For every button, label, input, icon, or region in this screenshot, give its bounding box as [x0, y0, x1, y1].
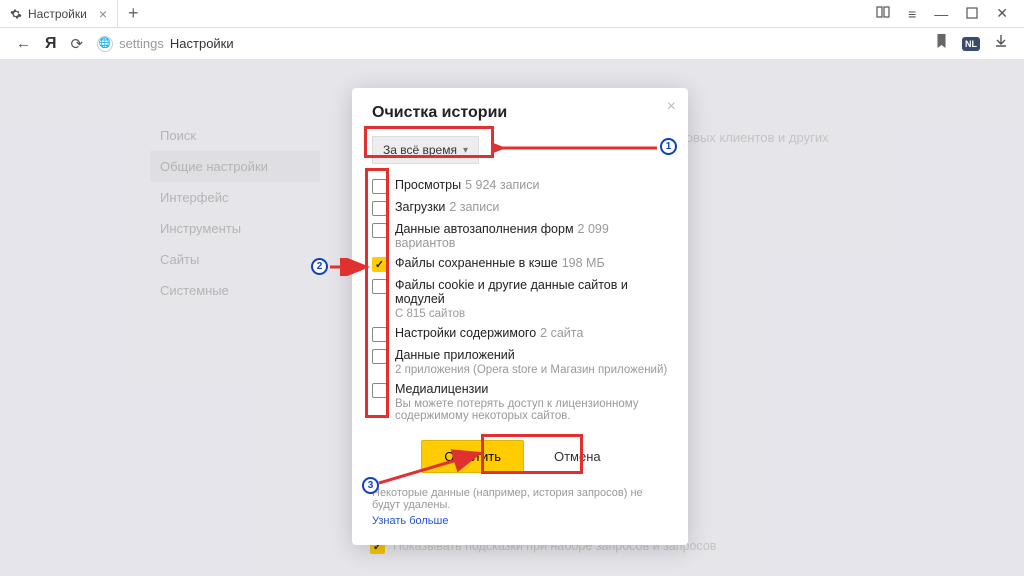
item-cookies: Файлы cookie и другие данные сайтов и мо… [372, 278, 668, 320]
checkbox-autofill[interactable] [372, 223, 387, 238]
clear-button[interactable]: Очистить [421, 440, 524, 473]
time-range-label: За всё время [383, 143, 457, 157]
minimize-icon[interactable]: — [934, 6, 948, 22]
menu-icon[interactable]: ≡ [908, 6, 916, 22]
clear-history-dialog: × Очистка истории За всё время ▾ Просмот… [352, 88, 688, 545]
dialog-title: Очистка истории [372, 104, 668, 122]
modal-overlay: × Очистка истории За всё время ▾ Просмот… [0, 60, 1024, 576]
translate-badge[interactable]: NL [962, 37, 980, 51]
addr-text: Настройки [170, 36, 234, 51]
address-bar[interactable]: 🌐 settings Настройки [97, 36, 921, 52]
checkbox-apps[interactable] [372, 349, 387, 364]
close-tab-icon[interactable]: × [99, 6, 107, 22]
browser-tab[interactable]: Настройки × [0, 0, 118, 27]
item-autofill: Данные автозаполнения форм2 099 варианто… [372, 222, 668, 250]
toolbar: ← Я ⟳ 🌐 settings Настройки NL [0, 28, 1024, 60]
yandex-logo[interactable]: Я [45, 35, 57, 53]
bookmark-icon[interactable] [935, 34, 948, 53]
checkbox-media[interactable] [372, 383, 387, 398]
toolbar-right: NL [935, 34, 1008, 53]
new-tab-button[interactable]: + [118, 0, 149, 27]
chevron-down-icon: ▾ [463, 145, 468, 156]
reload-icon[interactable]: ⟳ [71, 35, 84, 53]
addr-prefix: settings [119, 36, 164, 51]
page-content: Поиск Общие настройки Интерфейс Инструме… [0, 60, 1024, 576]
back-icon[interactable]: ← [16, 35, 31, 52]
checkbox-cache[interactable] [372, 257, 387, 272]
item-apps: Данные приложений2 приложения (Opera sto… [372, 348, 668, 376]
checkbox-downloads[interactable] [372, 201, 387, 216]
item-cache: Файлы сохраненные в кэше198 МБ [372, 256, 668, 272]
checkbox-cookies[interactable] [372, 279, 387, 294]
checkbox-browsing[interactable] [372, 179, 387, 194]
time-range-select[interactable]: За всё время ▾ [372, 136, 479, 164]
tab-title: Настройки [28, 7, 87, 21]
download-icon[interactable] [994, 34, 1008, 53]
gear-icon [10, 8, 22, 20]
panel-icon[interactable] [876, 5, 890, 22]
dialog-buttons: Очистить Отмена [372, 440, 668, 473]
window-controls: ≡ — ✕ [876, 0, 1024, 27]
item-downloads: Загрузки2 записи [372, 200, 668, 216]
cancel-button[interactable]: Отмена [536, 440, 619, 473]
checkbox-content[interactable] [372, 327, 387, 342]
learn-more-link[interactable]: Узнать больше [372, 515, 448, 527]
item-media: МедиалицензииВы можете потерять доступ к… [372, 382, 668, 422]
close-window-icon[interactable]: ✕ [996, 5, 1008, 22]
item-content: Настройки содержимого2 сайта [372, 326, 668, 342]
close-icon[interactable]: × [667, 98, 676, 116]
tab-bar: Настройки × + ≡ — ✕ [0, 0, 1024, 28]
footer-note: Некоторые данные (например, история запр… [372, 487, 668, 511]
maximize-icon[interactable] [966, 6, 978, 22]
globe-icon: 🌐 [97, 36, 113, 52]
item-browsing: Просмотры5 924 записи [372, 178, 668, 194]
clear-items-list: Просмотры5 924 записи Загрузки2 записи Д… [372, 178, 668, 422]
